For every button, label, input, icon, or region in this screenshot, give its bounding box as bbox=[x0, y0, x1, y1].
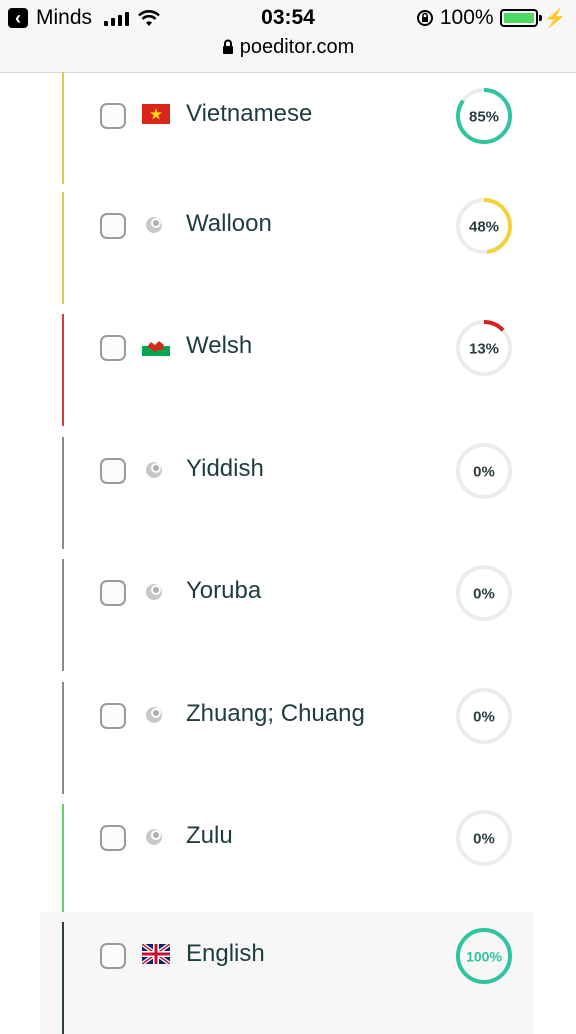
progress-color-bar bbox=[62, 437, 64, 549]
progress-label: 0% bbox=[473, 831, 495, 848]
language-name[interactable]: Zulu bbox=[186, 822, 233, 850]
language-row[interactable]: Yoruba 0% bbox=[40, 549, 534, 671]
generic-language-icon bbox=[142, 704, 170, 724]
language-checkbox[interactable] bbox=[100, 213, 126, 239]
language-checkbox[interactable] bbox=[100, 103, 126, 129]
progress-ring: 48% bbox=[456, 198, 512, 254]
language-name[interactable]: Vietnamese bbox=[186, 100, 312, 128]
progress-label: 0% bbox=[473, 464, 495, 481]
generic-language-icon bbox=[142, 581, 170, 601]
language-row[interactable]: English 100% bbox=[40, 912, 534, 1034]
language-row[interactable]: Zhuang; Chuang 0% bbox=[40, 672, 534, 794]
rotation-lock-icon bbox=[416, 10, 433, 26]
progress-ring: 0% bbox=[456, 443, 512, 499]
progress-color-bar bbox=[62, 192, 64, 304]
charging-icon: ⚡ bbox=[543, 7, 566, 28]
vietnam-flag-icon bbox=[142, 104, 170, 124]
language-name[interactable]: Yoruba bbox=[186, 577, 261, 605]
language-name[interactable]: Zhuang; Chuang bbox=[186, 700, 365, 728]
progress-ring: 0% bbox=[456, 688, 512, 744]
language-name[interactable]: Walloon bbox=[186, 210, 272, 238]
battery-percent: 100% bbox=[439, 6, 494, 29]
address-bar[interactable]: poeditor.com bbox=[0, 36, 576, 59]
language-checkbox[interactable] bbox=[100, 825, 126, 851]
language-name[interactable]: English bbox=[186, 940, 265, 968]
language-row[interactable]: Welsh 13% bbox=[40, 304, 534, 426]
progress-color-bar bbox=[62, 559, 64, 671]
language-row[interactable]: Yiddish 0% bbox=[40, 427, 534, 549]
progress-color-bar bbox=[62, 314, 64, 426]
language-name[interactable]: Yiddish bbox=[186, 455, 264, 483]
progress-label: 0% bbox=[473, 709, 495, 726]
language-row[interactable]: Zulu 0% bbox=[40, 794, 534, 916]
language-checkbox[interactable] bbox=[100, 458, 126, 484]
language-list: Vietnamese 85% Walloon 48% Welsh 13% Yiddish 0%… bbox=[0, 72, 576, 1034]
language-row[interactable]: Vietnamese 85% bbox=[40, 72, 534, 194]
uk-flag-icon bbox=[140, 942, 172, 966]
status-bar: ‹ Minds 03:54 100% ⚡ poeditor.com bbox=[0, 0, 576, 73]
progress-ring: 85% bbox=[456, 88, 512, 144]
progress-ring: 100% bbox=[456, 928, 512, 984]
generic-language-icon bbox=[142, 214, 170, 234]
language-row[interactable]: Walloon 48% bbox=[40, 182, 534, 304]
progress-color-bar bbox=[62, 682, 64, 794]
progress-label: 100% bbox=[466, 949, 502, 965]
progress-ring: 13% bbox=[456, 320, 512, 376]
generic-language-icon bbox=[142, 826, 170, 846]
progress-ring: 0% bbox=[456, 565, 512, 621]
padlock-icon bbox=[222, 39, 233, 54]
language-checkbox[interactable] bbox=[100, 335, 126, 361]
progress-label: 13% bbox=[469, 341, 499, 358]
progress-color-bar bbox=[62, 804, 64, 916]
progress-color-bar bbox=[62, 922, 64, 1034]
url-text[interactable]: poeditor.com bbox=[240, 36, 355, 58]
progress-ring: 0% bbox=[456, 810, 512, 866]
wales-flag-icon bbox=[142, 336, 170, 356]
language-checkbox[interactable] bbox=[100, 703, 126, 729]
progress-label: 85% bbox=[469, 109, 499, 126]
language-name[interactable]: Welsh bbox=[186, 332, 252, 360]
generic-language-icon bbox=[142, 459, 170, 479]
battery-icon bbox=[499, 9, 542, 27]
progress-label: 0% bbox=[473, 586, 495, 603]
progress-color-bar bbox=[62, 72, 64, 184]
progress-label: 48% bbox=[469, 219, 499, 236]
language-checkbox[interactable] bbox=[100, 580, 126, 606]
language-checkbox[interactable] bbox=[100, 943, 126, 969]
